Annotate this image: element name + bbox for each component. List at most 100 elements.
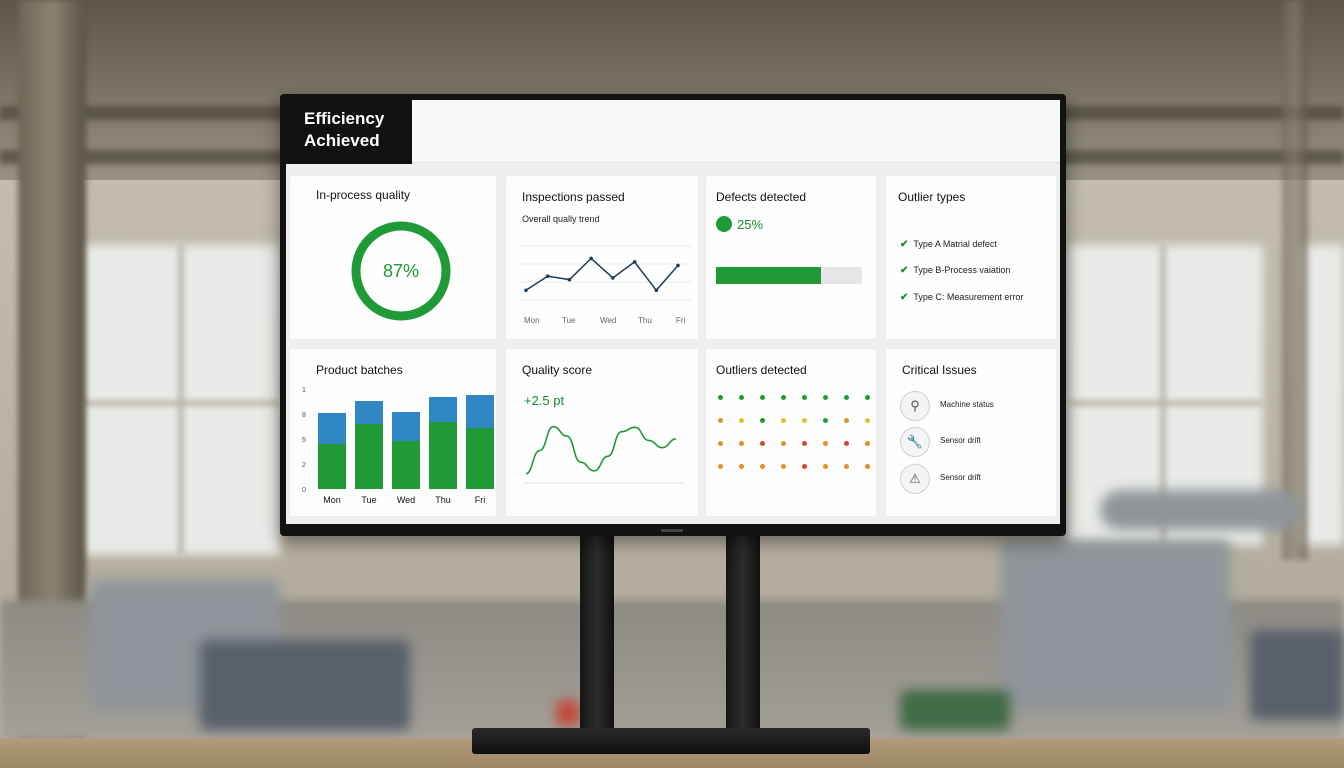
quality-score-series-line — [525, 425, 677, 475]
outlier-dot — [781, 395, 786, 400]
outlier-dot — [844, 441, 849, 446]
card-outliers-detected[interactable]: Outliers detected — [706, 349, 876, 516]
y-tick-label: 5 — [302, 437, 306, 444]
x-tick-label: Fri — [676, 316, 686, 325]
card-defects-detected[interactable]: Defects detected 25% — [706, 176, 876, 339]
defects-value: 25% — [737, 217, 764, 232]
outlier-dot — [823, 418, 828, 423]
inspections-line-chart — [520, 245, 692, 301]
outlier-dot — [781, 441, 786, 446]
card-subtitle: Overall qually trend — [522, 214, 600, 224]
location-pin-icon: ⚲ — [900, 391, 930, 421]
outlier-dot — [760, 395, 765, 400]
bar-segment — [318, 444, 346, 489]
x-tick-label: Fri — [475, 495, 486, 505]
x-tick-label: Thu — [638, 316, 652, 325]
critical-issue-label: Machine status — [940, 400, 994, 409]
warning-icon: ⚠ — [900, 464, 930, 494]
window-mullion — [80, 400, 280, 406]
outlier-dot — [865, 464, 870, 469]
card-product-batches[interactable]: Product batches 0 2 5 8 1 Mon Tue Wed Thu Fri — [290, 349, 496, 516]
card-inspections-passed[interactable]: Inspections passed Overall qually trend … — [506, 176, 698, 339]
outlier-dot — [739, 395, 744, 400]
outlier-dot — [739, 441, 744, 446]
outlier-dot — [802, 395, 807, 400]
monitor-stand-post — [580, 534, 614, 744]
card-quality-score[interactable]: Quality score +2.5 pt — [506, 349, 698, 516]
card-title: Defects detected — [716, 190, 807, 204]
bar-segment — [318, 413, 346, 444]
card-title: Outlier types — [898, 190, 966, 204]
y-tick-label: 2 — [302, 462, 306, 469]
outlier-dot — [760, 418, 765, 423]
y-tick-label: 8 — [302, 412, 306, 419]
x-tick-label: Tue — [361, 495, 376, 505]
outlier-type-item: ✔ Type C: Measurement error — [900, 292, 1024, 303]
outlier-dot — [823, 441, 828, 446]
machine — [900, 690, 1010, 730]
card-title: Quality score — [522, 363, 593, 377]
product-batches-bar-chart: 0 2 5 8 1 Mon Tue Wed Thu Fri — [302, 387, 494, 505]
card-title: Outliers detected — [716, 363, 807, 377]
status-dot-icon — [716, 216, 732, 232]
outlier-dot — [739, 418, 744, 423]
outlier-type-item: ✔ Type B-Process vaiation — [900, 265, 1011, 276]
card-in-process-quality[interactable]: In-process quality 87% — [290, 176, 496, 339]
pipe — [1100, 490, 1300, 530]
card-title: Critical Issues — [902, 363, 977, 377]
outlier-dot — [760, 441, 765, 446]
window-mullion — [1068, 400, 1263, 406]
inspections-point — [545, 274, 550, 278]
quality-donut-chart: 87% — [351, 221, 451, 321]
defects-progress-track — [716, 267, 862, 284]
machine — [1000, 540, 1230, 710]
outlier-dot — [823, 464, 828, 469]
outlier-dot — [844, 418, 849, 423]
monitor-stand-post — [726, 534, 760, 744]
quality-score-delta: +2.5 pt — [524, 393, 565, 408]
y-tick-label: 0 — [302, 487, 306, 494]
inspections-series-line — [525, 257, 679, 292]
outlier-dot — [823, 395, 828, 400]
card-outlier-types[interactable]: Outlier types ✔ Type A Matrial defect ✔ Ty… — [886, 176, 1056, 339]
x-tick-label: Wed — [600, 316, 617, 325]
outlier-dot — [844, 464, 849, 469]
bar-segment — [355, 401, 383, 424]
outlier-dot — [718, 395, 723, 400]
page-title-line: Achieved — [304, 131, 380, 150]
inspections-point — [632, 260, 637, 264]
x-tick-label: Thu — [435, 495, 451, 505]
bar-segment — [392, 441, 420, 489]
defects-progress-fill — [716, 267, 822, 284]
inspections-point — [589, 256, 593, 261]
inspections-point — [676, 263, 680, 268]
quality-score-line-chart — [524, 425, 684, 484]
x-tick-label: Tue — [562, 316, 576, 325]
outlier-dot — [781, 418, 786, 423]
dashboard-screen: Efficiency Achieved In-process quality 8… — [286, 100, 1060, 524]
outlier-dot — [781, 464, 786, 469]
outlier-dot — [739, 464, 744, 469]
x-tick-label: Mon — [323, 495, 341, 505]
card-critical-issues[interactable]: Critical Issues ⚲ Machine status 🔧 Senso… — [886, 349, 1056, 516]
y-tick-label: 1 — [302, 387, 306, 394]
outlier-dot — [844, 395, 849, 400]
check-icon: ✔ — [900, 265, 909, 276]
outlier-dot — [760, 464, 765, 469]
machine — [1250, 630, 1344, 720]
outlier-dot — [865, 441, 870, 446]
outlier-dot — [802, 464, 807, 469]
outlier-dot — [718, 418, 723, 423]
inspections-point — [611, 276, 615, 280]
page-title-line: Efficiency — [304, 109, 385, 128]
monitor-logo — [661, 529, 683, 532]
inspections-point — [654, 288, 659, 293]
inspections-point — [567, 277, 572, 282]
pillar-right — [1282, 0, 1308, 560]
critical-issue-label: Sensor drift — [940, 473, 981, 482]
machine — [200, 640, 410, 730]
bar-segment — [429, 397, 457, 422]
x-tick-label: Wed — [397, 495, 415, 505]
critical-issue-label: Sensor drift — [940, 436, 981, 445]
bar-segment — [392, 412, 420, 441]
